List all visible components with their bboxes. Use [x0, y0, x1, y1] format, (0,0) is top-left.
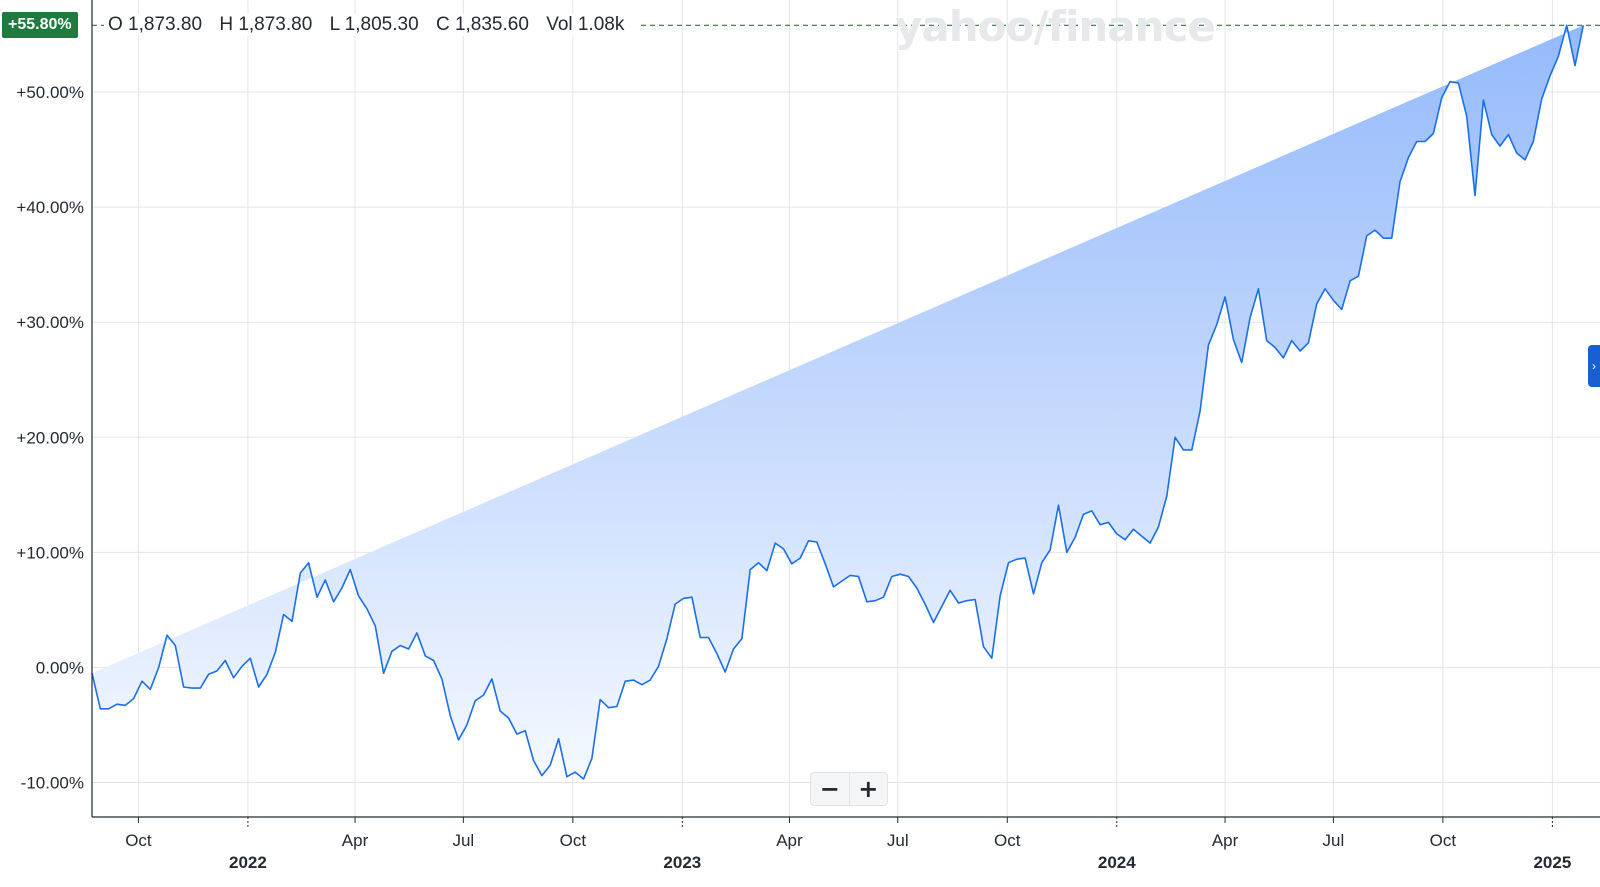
open-value: O 1,873.80: [108, 14, 203, 35]
zoom-controls: − +: [810, 772, 888, 806]
x-tick-label-year: 2023: [663, 853, 701, 872]
x-tick-label-year: 2022: [229, 853, 267, 872]
x-tick-label-month: Oct: [994, 831, 1021, 850]
series-area: [92, 25, 1584, 780]
y-tick-label: +10.00%: [16, 543, 84, 562]
y-tick-label: +20.00%: [16, 428, 84, 447]
zoom-in-button[interactable]: +: [848, 773, 888, 805]
y-tick-label: 0.00%: [36, 658, 84, 677]
low-value: L 1,805.30: [329, 14, 419, 35]
x-tick-label-month: Jul: [1323, 831, 1345, 850]
x-tick-label-month: Jul: [452, 831, 474, 850]
x-tick-label-year: 2024: [1098, 853, 1136, 872]
y-tick-label: +30.00%: [16, 313, 84, 332]
side-panel-toggle-button[interactable]: ›: [1588, 345, 1600, 387]
high-value: H 1,873.80: [219, 14, 313, 35]
y-tick-label: +40.00%: [16, 198, 84, 217]
yahoo-finance-watermark: yahoo/finance: [895, 2, 1216, 51]
volume-value: Vol 1.08k: [546, 14, 625, 35]
x-tick-label-month: Apr: [342, 831, 369, 850]
y-tick-label: -10.00%: [21, 773, 84, 792]
current-change-badge: +55.80%: [2, 12, 78, 39]
x-tick-label-month: Oct: [125, 831, 152, 850]
price-chart[interactable]: -10.00% 0.00% +10.00% +20.00% +30.00% +40.00%…: [0, 0, 1600, 887]
close-value: C 1,835.60: [435, 14, 529, 35]
x-tick-label-month: Oct: [1430, 831, 1457, 850]
zoom-out-button[interactable]: −: [811, 773, 849, 805]
x-tick-label-month: Apr: [776, 831, 803, 850]
ohlc-readout: O 1,873.80 H 1,873.80 L 1,805.30 C 1,835…: [104, 14, 641, 36]
x-tick-label-year: 2025: [1533, 853, 1571, 872]
y-tick-label: +50.00%: [16, 83, 84, 102]
x-tick-label-month: Apr: [1212, 831, 1239, 850]
x-tick-label-month: Jul: [887, 831, 909, 850]
x-tick-label-month: Oct: [560, 831, 587, 850]
